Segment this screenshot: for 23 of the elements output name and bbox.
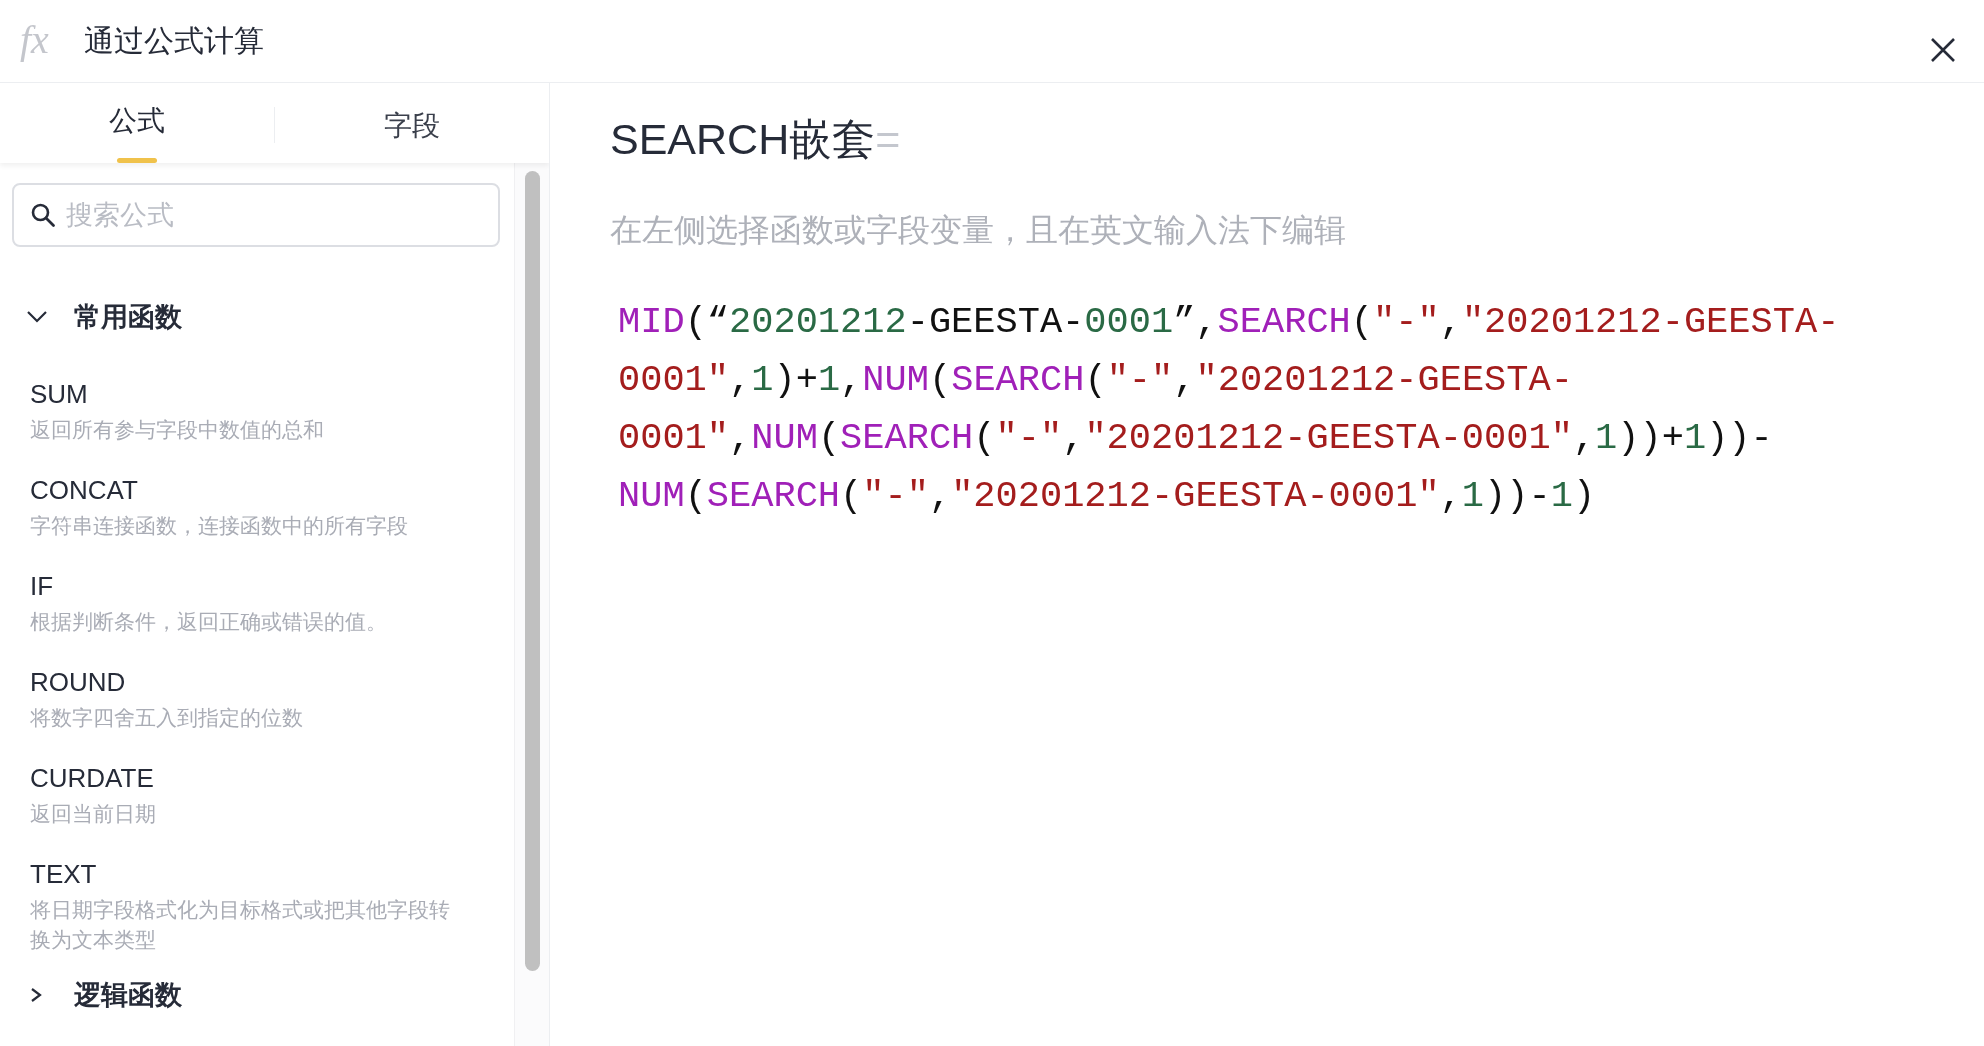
scrollbar-thumb[interactable]	[524, 171, 540, 971]
editor-hint: 在左侧选择函数或字段变量，且在英文输入法下编辑	[610, 211, 1347, 250]
fx-icon: fx	[18, 19, 70, 63]
search-field[interactable]: 搜索公式	[12, 183, 500, 247]
function-item[interactable]: TEXT 将日期字段格式化为目标格式或把其他字段转换为文本类型	[12, 859, 514, 955]
function-item[interactable]: CONCAT 字符串连接函数，连接函数中的所有字段	[12, 475, 514, 541]
tab[interactable]: 字段	[274, 107, 549, 143]
formula-code-line[interactable]: 0001",1)+1,NUM(SEARCH("-","20201212-GEESTA-	[618, 351, 1573, 409]
tab[interactable]: 公式	[0, 83, 274, 163]
function-item[interactable]: SUM 返回所有参与字段中数值的总和	[12, 379, 514, 445]
function-item[interactable]: IF 根据判断条件，返回正确或错误的值。	[12, 571, 514, 637]
formula-title: SEARCH嵌套	[610, 114, 876, 165]
chevron-down-icon	[26, 310, 48, 324]
formula-code-line[interactable]: NUM(SEARCH("-","20201212-GEESTA-0001",1))-1)	[618, 467, 1596, 525]
function-item[interactable]: CURDATE 返回当前日期	[12, 763, 514, 829]
search-icon	[30, 202, 56, 228]
category-header[interactable]: 常用函数	[12, 299, 182, 335]
category-header[interactable]: 逻辑函数	[12, 977, 182, 1013]
formula-code-line[interactable]: 0001",NUM(SEARCH("-","20201212-GEESTA-0001",1))+1))-	[618, 409, 1773, 467]
formula-code-line[interactable]: MID(“20201212-GEESTA-0001”,SEARCH("-","20201212-GEESTA-	[618, 293, 1840, 351]
window-title: 通过公式计算	[84, 22, 264, 59]
function-item[interactable]: ROUND 将数字四舍五入到指定的位数	[12, 667, 514, 733]
equals-sign: =	[875, 115, 901, 164]
